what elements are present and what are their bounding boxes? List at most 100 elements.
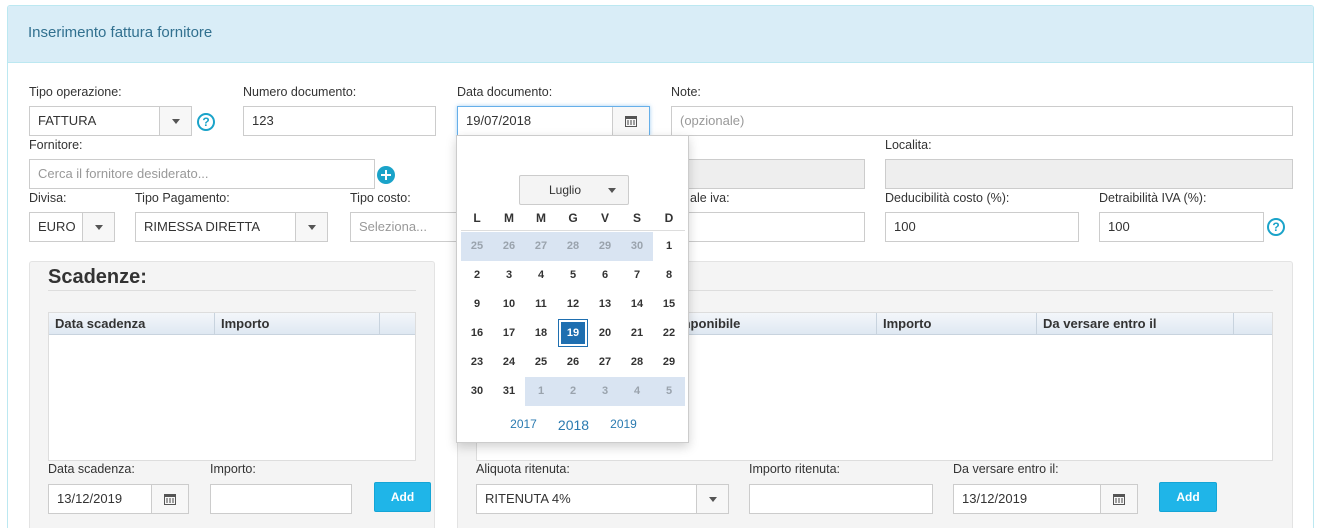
calendar-day[interactable]: 8 bbox=[653, 261, 685, 290]
scadenze-title: Scadenze: bbox=[48, 266, 147, 288]
calendar-day[interactable]: 2 bbox=[461, 261, 493, 290]
calendar-day[interactable]: 22 bbox=[653, 319, 685, 348]
calendar-button[interactable] bbox=[151, 485, 188, 513]
calendar-day[interactable]: 29 bbox=[653, 348, 685, 377]
calendar-day-selected[interactable]: 19 bbox=[557, 319, 589, 348]
calendar-day-other-month[interactable]: 28 bbox=[557, 232, 589, 261]
column-header-importo[interactable]: Importo bbox=[215, 313, 380, 334]
panel-title: Inserimento fattura fornitore bbox=[8, 6, 1313, 63]
detraibilita-input[interactable]: 100 bbox=[1099, 212, 1264, 242]
calendar-day[interactable]: 5 bbox=[557, 261, 589, 290]
column-header-importo[interactable]: Importo bbox=[877, 313, 1037, 334]
year-current[interactable]: 2018 bbox=[549, 417, 599, 433]
chevron-down-icon[interactable] bbox=[82, 213, 114, 241]
calendar-day-other-month[interactable]: 25 bbox=[461, 232, 493, 261]
calendar-day[interactable]: 10 bbox=[493, 290, 525, 319]
calendar-day[interactable]: 24 bbox=[493, 348, 525, 377]
calendar-day[interactable]: 18 bbox=[525, 319, 557, 348]
calendar-day[interactable]: 14 bbox=[621, 290, 653, 319]
deducibilita-input[interactable]: 100 bbox=[885, 212, 1079, 242]
calendar-day[interactable]: 20 bbox=[589, 319, 621, 348]
data-scadenza-input[interactable]: 13/12/2019 bbox=[48, 484, 189, 514]
tipo-operazione-select[interactable]: FATTURA bbox=[29, 106, 192, 136]
calendar-week: 23 24 25 26 27 28 29 bbox=[461, 348, 685, 377]
weekday-label: M bbox=[504, 211, 514, 225]
importo-input[interactable] bbox=[210, 484, 352, 514]
calendar-day-label: 28 bbox=[566, 240, 580, 252]
calendar-day[interactable]: 21 bbox=[621, 319, 653, 348]
tipo-pagamento-select[interactable]: RIMESSA DIRETTA bbox=[135, 212, 328, 242]
calendar-day[interactable]: 1 bbox=[653, 232, 685, 261]
calendar-day[interactable]: 31 bbox=[493, 377, 525, 406]
calendar-day[interactable]: 26 bbox=[557, 348, 589, 377]
calendar-day-other-month[interactable]: 30 bbox=[621, 232, 653, 261]
calendar-button[interactable] bbox=[1100, 485, 1137, 513]
calendar-day[interactable]: 3 bbox=[493, 261, 525, 290]
help-icon[interactable]: ? bbox=[197, 113, 215, 131]
tipo-costo-select[interactable]: Seleziona... bbox=[350, 212, 460, 242]
numero-documento-input[interactable]: 123 bbox=[243, 106, 436, 136]
calendar-button[interactable] bbox=[612, 107, 649, 135]
column-header-data-scadenza[interactable]: Data scadenza bbox=[49, 313, 215, 334]
calendar-day[interactable]: 6 bbox=[589, 261, 621, 290]
calendar-day[interactable]: 23 bbox=[461, 348, 493, 377]
year-prev[interactable]: 2017 bbox=[499, 417, 549, 433]
calendar-day[interactable]: 13 bbox=[589, 290, 621, 319]
data-documento-input[interactable]: 19/07/2018 bbox=[457, 106, 650, 136]
year-next[interactable]: 2019 bbox=[599, 417, 649, 433]
calendar-day-other-month[interactable]: 1 bbox=[525, 377, 557, 406]
year-selector: 2017 2018 2019 bbox=[457, 417, 690, 433]
calendar-day-label: 11 bbox=[535, 298, 547, 310]
calendar-day[interactable]: 16 bbox=[461, 319, 493, 348]
fornitore-search-input[interactable]: Cerca il fornitore desiderato... bbox=[29, 159, 375, 189]
calendar-day[interactable]: 28 bbox=[621, 348, 653, 377]
tipo-costo-label: Tipo costo: bbox=[350, 191, 411, 205]
calendar-day[interactable]: 9 bbox=[461, 290, 493, 319]
calendar-day-other-month[interactable]: 4 bbox=[621, 377, 653, 406]
month-select[interactable]: Luglio bbox=[519, 175, 629, 205]
add-ritenuta-button[interactable]: Add bbox=[1159, 482, 1217, 512]
deducibilita-label: Deducibilità costo (%): bbox=[885, 191, 1010, 205]
column-header-da-versare[interactable]: Da versare entro il bbox=[1037, 313, 1234, 334]
calendar-day-other-month[interactable]: 26 bbox=[493, 232, 525, 261]
calendar-day-label: 28 bbox=[630, 356, 644, 368]
da-versare-input[interactable]: 13/12/2019 bbox=[953, 484, 1138, 514]
chevron-down-icon[interactable] bbox=[295, 213, 327, 241]
calendar-day-other-month[interactable]: 3 bbox=[589, 377, 621, 406]
help-icon[interactable]: ? bbox=[1267, 218, 1285, 236]
calendar-week: 30 31 1 2 3 4 5 bbox=[461, 377, 685, 406]
data-scadenza-label: Data scadenza: bbox=[48, 462, 135, 476]
calendar-day-label: 8 bbox=[665, 269, 673, 281]
calendar-day[interactable]: 7 bbox=[621, 261, 653, 290]
totale-iva-input[interactable] bbox=[671, 212, 865, 242]
calendar-day-other-month[interactable]: 27 bbox=[525, 232, 557, 261]
divisa-label: Divisa: bbox=[29, 191, 67, 205]
divisa-value: EURO bbox=[38, 219, 76, 234]
calendar-day-other-month[interactable]: 29 bbox=[589, 232, 621, 261]
note-input[interactable]: (opzionale) bbox=[671, 106, 1293, 136]
scadenze-grid: Data scadenza Importo bbox=[48, 312, 416, 461]
calendar-day-other-month[interactable]: 5 bbox=[653, 377, 685, 406]
calendar-day[interactable]: 30 bbox=[461, 377, 493, 406]
calendar-day[interactable]: 27 bbox=[589, 348, 621, 377]
add-scadenza-button[interactable]: Add bbox=[374, 482, 431, 512]
calendar-day[interactable]: 25 bbox=[525, 348, 557, 377]
divisa-select[interactable]: EURO bbox=[29, 212, 115, 242]
calendar-day[interactable]: 4 bbox=[525, 261, 557, 290]
calendar-day[interactable]: 12 bbox=[557, 290, 589, 319]
calendar-day[interactable]: 17 bbox=[493, 319, 525, 348]
chevron-down-icon[interactable] bbox=[696, 485, 728, 513]
calendar-day-label: 24 bbox=[502, 356, 516, 368]
divider bbox=[461, 230, 685, 231]
calendar-day-label: 27 bbox=[598, 356, 612, 368]
calendar-day[interactable]: 11 bbox=[525, 290, 557, 319]
calendar-day-other-month[interactable]: 2 bbox=[557, 377, 589, 406]
calendar-day[interactable]: 15 bbox=[653, 290, 685, 319]
weekday-header: L M M G V S D bbox=[461, 210, 685, 226]
chevron-down-icon[interactable] bbox=[159, 107, 191, 135]
localita-input bbox=[885, 159, 1293, 189]
add-fornitore-icon[interactable] bbox=[377, 166, 395, 184]
importo-ritenuta-input[interactable] bbox=[749, 484, 933, 514]
column-header-imponibile[interactable]: mponibile bbox=[677, 313, 877, 334]
aliquota-ritenuta-select[interactable]: RITENUTA 4% bbox=[476, 484, 729, 514]
